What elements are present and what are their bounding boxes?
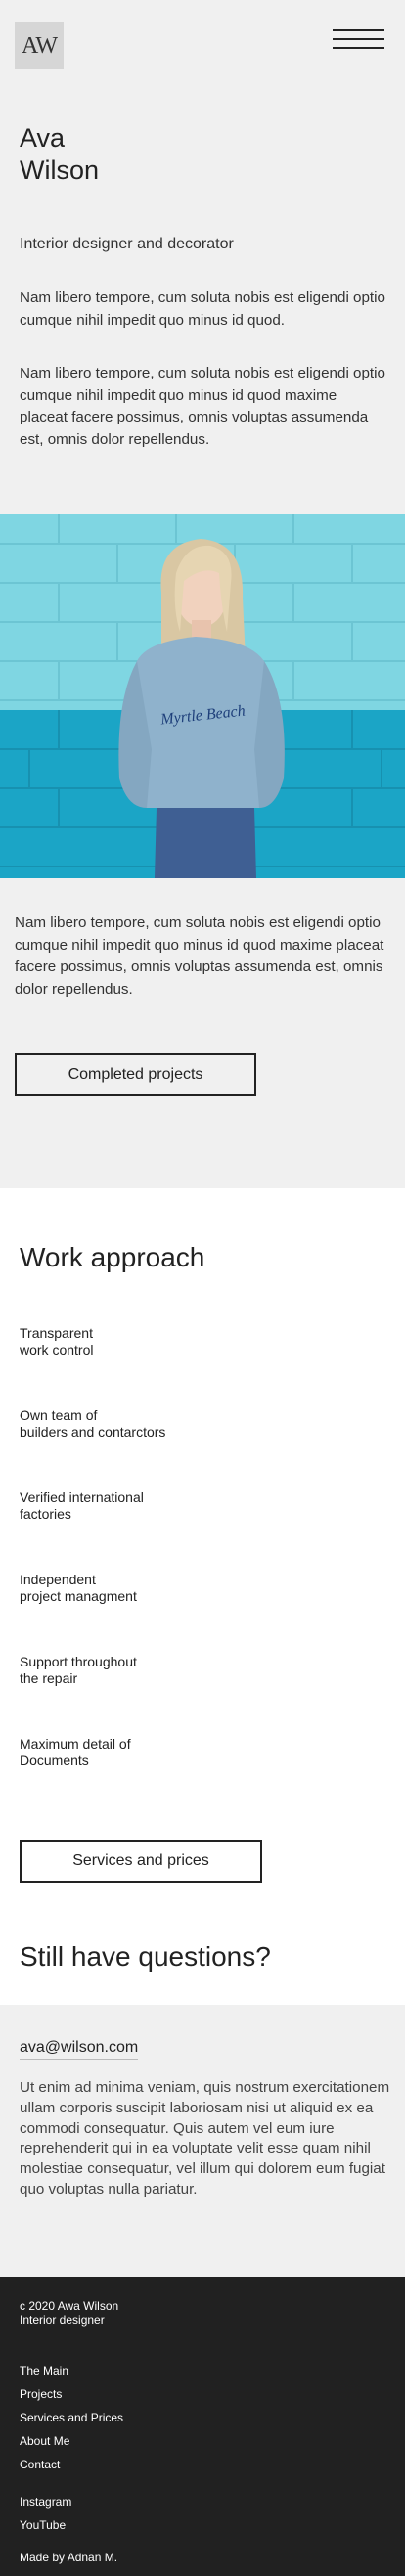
- logo[interactable]: AW: [15, 22, 64, 69]
- work-item-line2: the repair: [20, 1670, 78, 1686]
- subtitle: Interior designer and decorator: [20, 236, 234, 252]
- footer-link-services[interactable]: Services and Prices: [20, 2411, 123, 2424]
- services-and-prices-button[interactable]: Services and prices: [20, 1840, 262, 1883]
- work-item-line2: work control: [20, 1342, 94, 1357]
- email-link[interactable]: ava@wilson.com: [20, 2039, 139, 2060]
- footer-link-main[interactable]: The Main: [20, 2364, 68, 2377]
- footer-link-about[interactable]: About Me: [20, 2434, 69, 2448]
- page-title: Ava Wilson: [20, 122, 99, 187]
- work-item: Own team of builders and contarctors: [20, 1407, 274, 1441]
- work-item-line1: Verified international: [20, 1489, 144, 1505]
- work-item-line2: factories: [20, 1506, 71, 1522]
- work-item: Support throughout the repair: [20, 1654, 274, 1687]
- work-item-line2: project managment: [20, 1588, 137, 1604]
- title-last-name: Wilson: [20, 155, 100, 185]
- work-item: Verified international factories: [20, 1489, 274, 1523]
- contact-text: Ut enim ad minima veniam, quis nostrum e…: [20, 2079, 390, 2198]
- intro-paragraph-1: Nam libero tempore, cum soluta nobis est…: [20, 289, 385, 329]
- work-item-line1: Own team of: [20, 1407, 98, 1423]
- completed-projects-button[interactable]: Completed projects: [15, 1053, 256, 1096]
- copyright-role: Interior designer: [20, 2313, 105, 2327]
- work-item-line1: Independent: [20, 1572, 96, 1587]
- made-by-credit: Made by Adnan M.: [20, 2551, 118, 2564]
- work-item-line1: Maximum detail of: [20, 1736, 131, 1752]
- copyright-text: c 2020 Awa Wilson: [20, 2299, 119, 2313]
- title-first-name: Ava: [20, 123, 66, 153]
- designer-photo: Myrtle Beach: [0, 514, 405, 878]
- intro-paragraph-2: Nam libero tempore, cum soluta nobis est…: [20, 365, 385, 448]
- about-paragraph: Nam libero tempore, cum soluta nobis est…: [15, 914, 384, 998]
- work-item-line2: builders and contarctors: [20, 1424, 166, 1440]
- footer-copyright: c 2020 Awa Wilson Interior designer: [20, 2299, 118, 2327]
- footer-link-instagram[interactable]: Instagram: [20, 2495, 71, 2509]
- hamburger-menu-icon[interactable]: [333, 29, 384, 55]
- questions-title: Still have questions?: [20, 1941, 271, 1972]
- work-item-line1: Support throughout: [20, 1654, 137, 1669]
- work-item-line2: Documents: [20, 1753, 89, 1768]
- footer-link-projects[interactable]: Projects: [20, 2387, 62, 2401]
- work-approach-title: Work approach: [20, 1242, 205, 1272]
- footer-link-youtube[interactable]: YouTube: [20, 2518, 66, 2532]
- footer: c 2020 Awa Wilson Interior designer The …: [0, 2277, 405, 2576]
- footer-link-contact[interactable]: Contact: [20, 2458, 60, 2471]
- work-item: Independent project managment: [20, 1572, 274, 1605]
- contact-section: ava@wilson.com Ut enim ad minima veniam,…: [0, 2005, 405, 2277]
- hero-section: AW Ava Wilson Interior designer and deco…: [0, 0, 405, 1188]
- work-item-line1: Transparent: [20, 1325, 93, 1341]
- work-item: Transparent work control: [20, 1325, 274, 1358]
- work-item: Maximum detail of Documents: [20, 1736, 274, 1769]
